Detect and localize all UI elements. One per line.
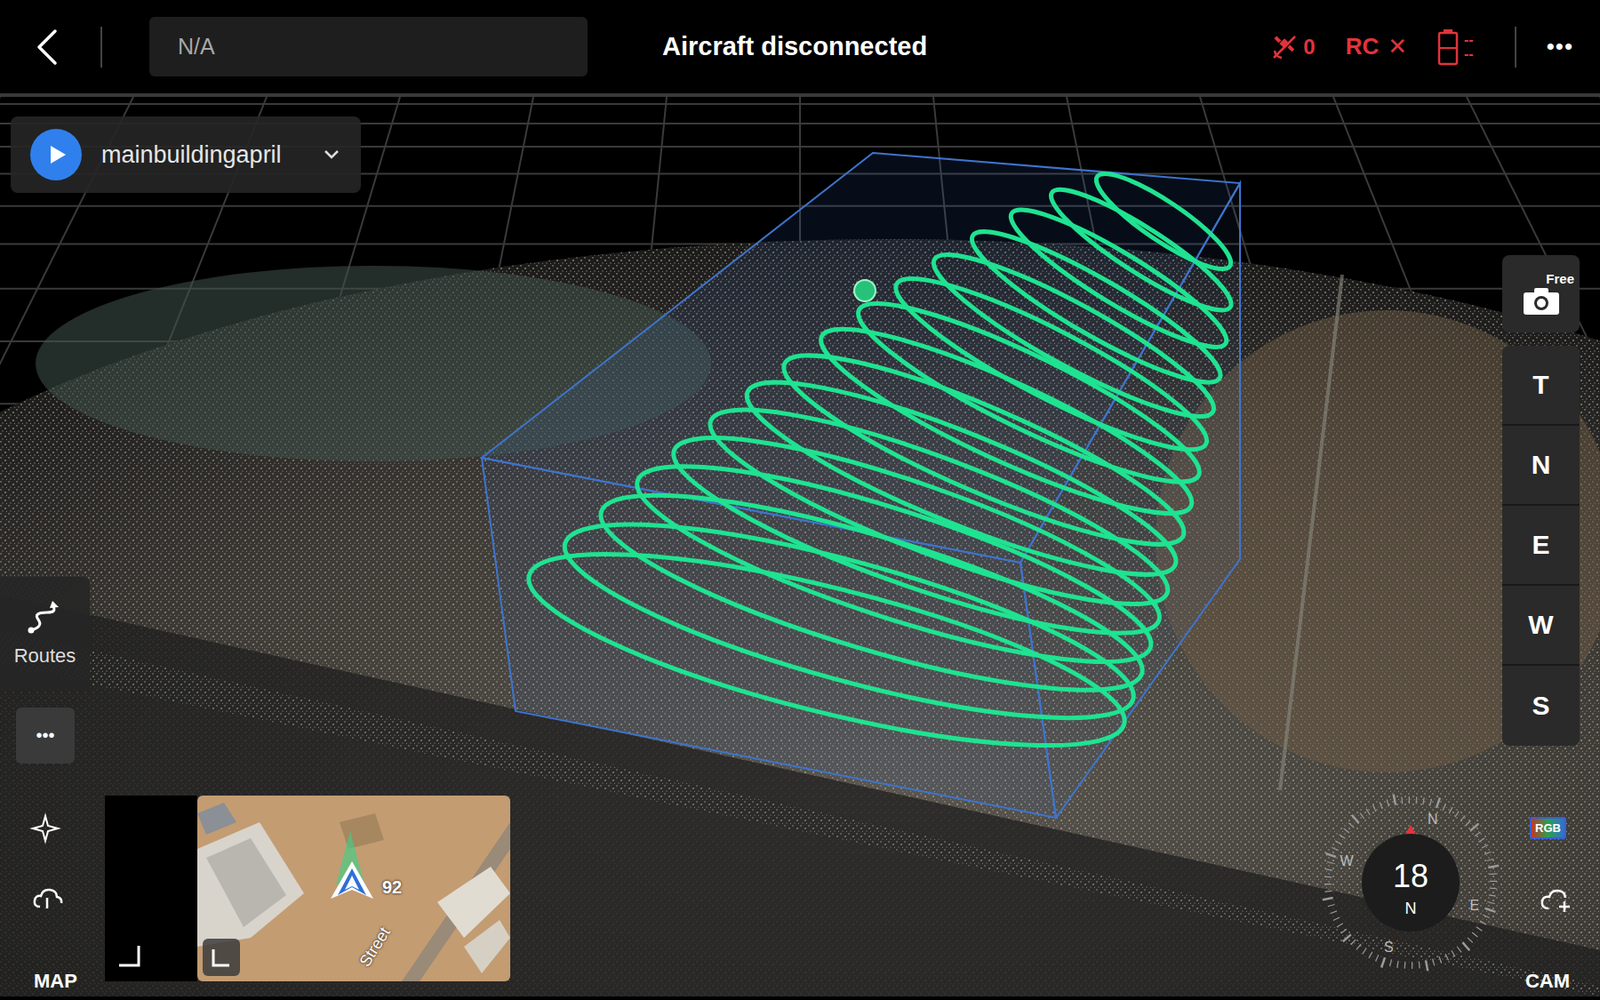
- collapse-corner-icon: [211, 947, 232, 968]
- chevron-down-icon: [323, 149, 340, 160]
- flight-route[interactable]: [513, 160, 1242, 784]
- cam-label[interactable]: CAM: [1525, 969, 1570, 993]
- battery-icon: [1437, 28, 1459, 66]
- camera-mode: Free: [1545, 271, 1575, 287]
- minimap-side: [104, 795, 198, 982]
- play-button[interactable]: [30, 128, 82, 181]
- divider: [100, 26, 103, 68]
- view-button[interactable]: W: [1502, 585, 1580, 666]
- expand-corner-icon[interactable]: [117, 944, 141, 968]
- rc-label: RC: [1345, 32, 1380, 61]
- altitude-label: 92: [382, 877, 402, 898]
- map-label[interactable]: MAP: [33, 969, 78, 993]
- shrink-button[interactable]: [202, 938, 240, 976]
- route-3d-view[interactable]: mainbuildingaprilFreeTNEWSRoutes•••MAP92…: [0, 96, 1600, 1000]
- rc-disconnected-mark: ✕: [1387, 32, 1408, 61]
- name-field[interactable]: N/A: [149, 16, 588, 77]
- top-bar: N/A Aircraft disconnected 0 RC✕ ---- •••: [0, 0, 1600, 97]
- routes-button[interactable]: Routes: [0, 576, 90, 691]
- satellite-count: 0: [1303, 34, 1315, 60]
- heading-direction: N: [1405, 899, 1417, 918]
- play-icon: [48, 144, 68, 166]
- view-button[interactable]: T: [1502, 345, 1580, 426]
- view-button[interactable]: E: [1502, 505, 1580, 586]
- rc-status: RC✕: [1345, 32, 1408, 61]
- route-name: mainbuildingapril: [101, 141, 304, 169]
- view-button[interactable]: S: [1502, 665, 1580, 746]
- cloud-add-icon[interactable]: [1539, 885, 1574, 914]
- menu-button[interactable]: •••: [1546, 32, 1574, 61]
- camera-button[interactable]: Free: [1502, 255, 1580, 333]
- minimap-panel: 92Street: [104, 795, 511, 982]
- view-buttons: TNEWS: [1502, 345, 1580, 746]
- minimap[interactable]: 92Street: [197, 795, 511, 982]
- back-arrow-icon: [35, 28, 59, 66]
- heading-value: 18: [1392, 857, 1429, 895]
- more-button[interactable]: •••: [16, 707, 75, 764]
- status-group: 0 RC✕ ---- •••: [1271, 26, 1574, 68]
- rgb-badge[interactable]: RGB: [1529, 816, 1567, 840]
- pilot-app: N/A Aircraft disconnected 0 RC✕ ---- ••• mainb…: [0, 0, 1600, 1000]
- bounding-box: [481, 152, 1240, 818]
- battery-reading: --: [1464, 47, 1474, 62]
- waypoint-icon[interactable]: [854, 280, 876, 302]
- view-button[interactable]: N: [1502, 425, 1580, 506]
- route-selector[interactable]: mainbuildingapril: [10, 116, 361, 193]
- satellite-status: 0: [1271, 33, 1315, 61]
- connection-title: Aircraft disconnected: [587, 32, 1272, 62]
- compass-letter: W: [1340, 853, 1355, 869]
- battery-readings: ----: [1464, 32, 1474, 62]
- satellite-icon: [1271, 33, 1298, 61]
- battery-reading: --: [1464, 32, 1474, 48]
- divider: [1514, 26, 1517, 68]
- compass-letter: E: [1470, 897, 1480, 913]
- cloud-sync-icon[interactable]: [32, 885, 64, 912]
- compass-letter: S: [1384, 939, 1394, 955]
- back-button[interactable]: [35, 28, 72, 66]
- compass-rose: N E S W 18 N: [1319, 791, 1503, 975]
- battery-status: ----: [1437, 28, 1474, 66]
- aircraft-marker-icon: [328, 859, 376, 913]
- compass: N E S W 18 N: [1319, 791, 1503, 975]
- compass-letter: N: [1427, 811, 1439, 827]
- routes-icon: [25, 600, 65, 636]
- field-value: N/A: [177, 33, 216, 60]
- routes-label: Routes: [14, 644, 77, 668]
- recenter-icon[interactable]: [30, 813, 61, 844]
- camera-icon: [1521, 286, 1561, 317]
